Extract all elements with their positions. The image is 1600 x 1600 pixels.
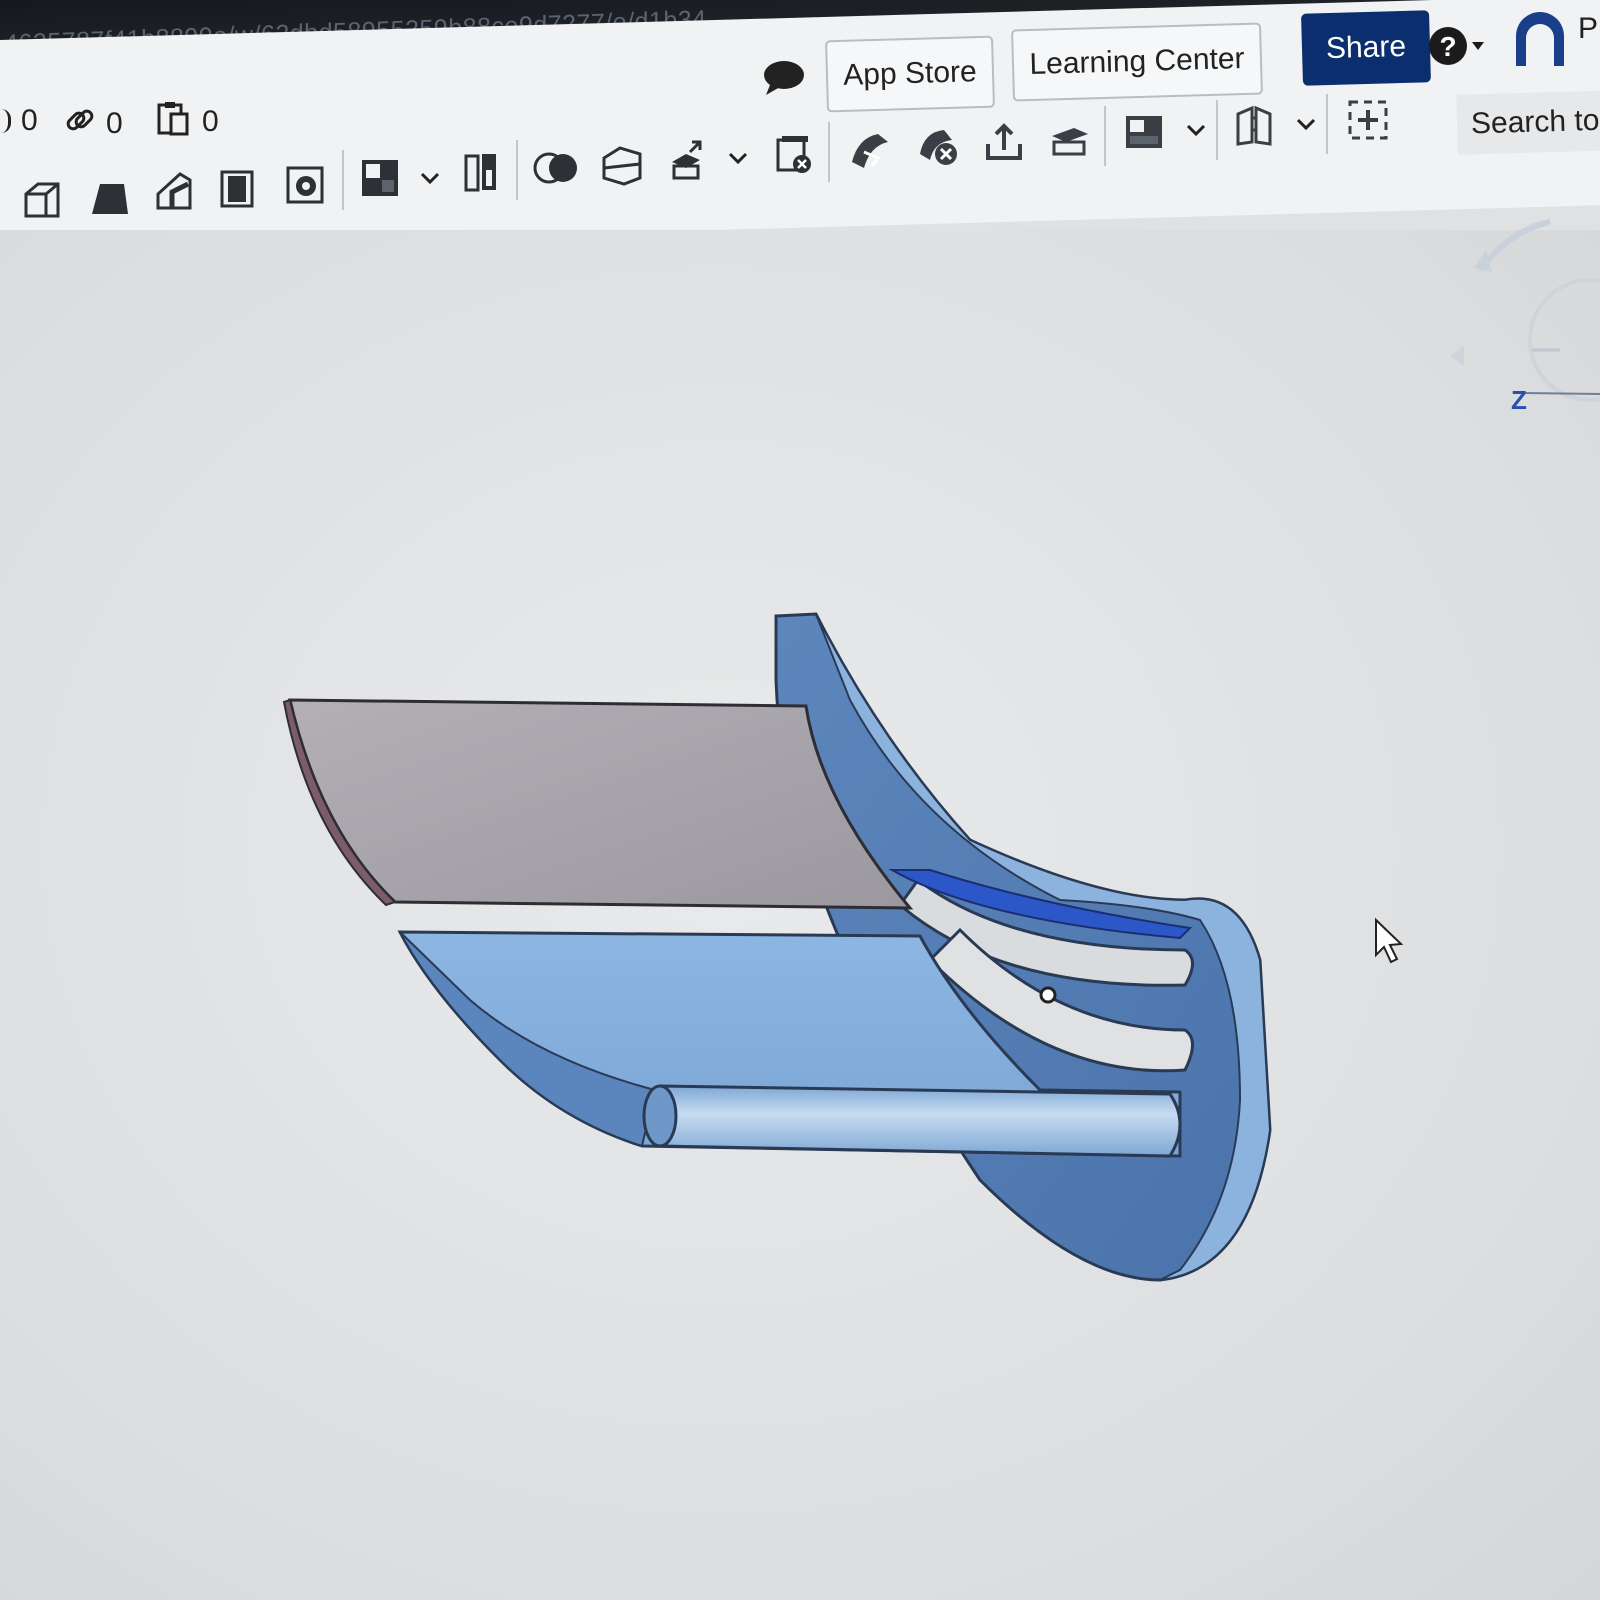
3d-model[interactable] <box>0 0 1600 1600</box>
mate-connector-icon <box>1039 986 1057 1004</box>
rod <box>647 1084 1182 1158</box>
mouse-cursor-icon <box>1375 917 1404 964</box>
rod-end <box>642 1084 678 1148</box>
